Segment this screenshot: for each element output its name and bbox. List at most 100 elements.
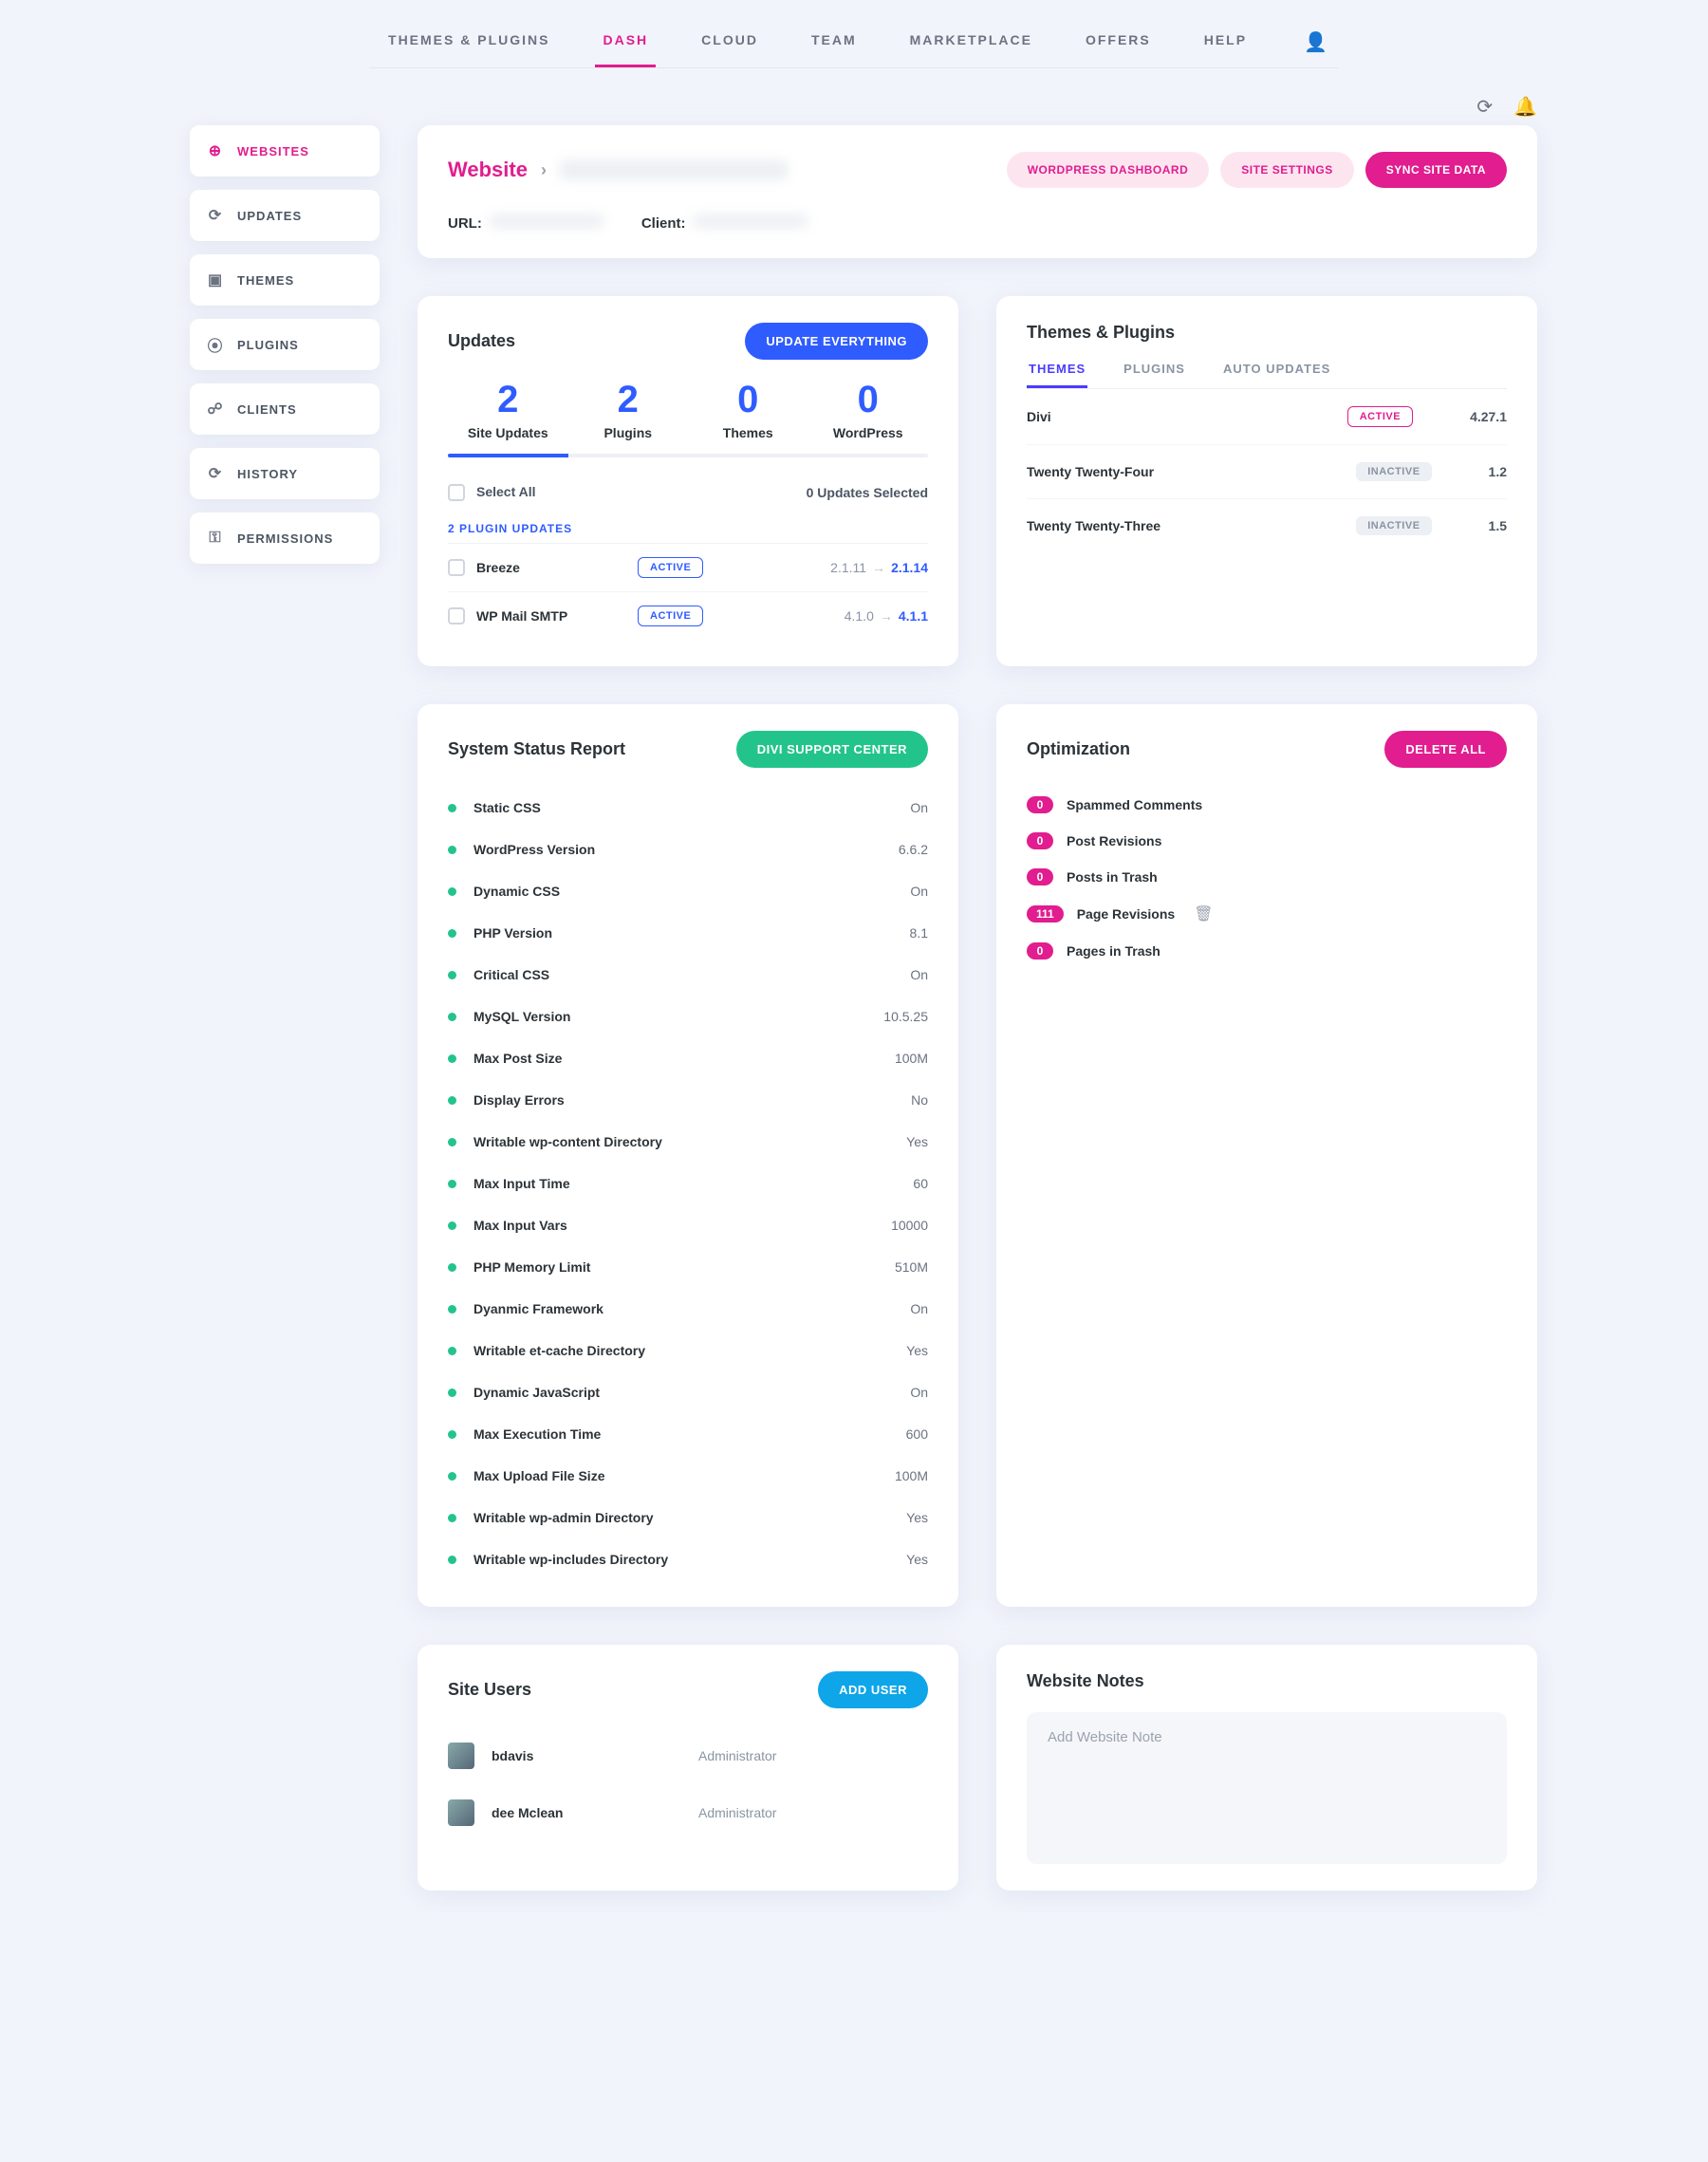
- sidebar: ⊕ Websites ⟳ Updates ▣ Themes ⦿ Plugins ☍ Clients…: [190, 125, 380, 564]
- permissions-icon: ⚿: [207, 530, 224, 547]
- sidebar-item-history[interactable]: ⟳ History: [190, 448, 380, 499]
- tab-plugins[interactable]: Plugins: [1122, 352, 1187, 388]
- topnav-cloud[interactable]: Cloud: [694, 23, 766, 67]
- updates-card: Updates Update Everything 2Site Updates2…: [418, 296, 958, 666]
- updates-selected-count: 0 Updates Selected: [807, 485, 928, 500]
- sidebar-item-themes[interactable]: ▣ Themes: [190, 254, 380, 306]
- divi-support-center-button[interactable]: Divi Support Center: [736, 731, 928, 768]
- website-notes-card: Website Notes Add Website Note: [996, 1645, 1537, 1891]
- status-badge: Active: [1347, 406, 1413, 427]
- url-label: URL:: [448, 215, 482, 232]
- theme-row: Twenty Twenty-FourInactive1.2: [1027, 445, 1507, 499]
- theme-row: DiviActive4.27.1: [1027, 389, 1507, 445]
- clients-icon: ☍: [207, 401, 224, 418]
- sidebar-item-permissions[interactable]: ⚿ Permissions: [190, 513, 380, 564]
- status-dot-icon: [448, 1263, 456, 1272]
- status-badge: Active: [638, 606, 703, 626]
- count-pill: 0: [1027, 942, 1053, 960]
- system-status-card: System Status Report Divi Support Center…: [418, 704, 958, 1607]
- plugin-updates-subhead: 2 Plugin Updates: [448, 522, 928, 535]
- refresh-icon[interactable]: ⟳: [1476, 95, 1493, 119]
- update-checkbox[interactable]: [448, 607, 465, 624]
- sidebar-item-plugins[interactable]: ⦿ Plugins: [190, 319, 380, 370]
- topnav-marketplace[interactable]: Marketplace: [902, 23, 1040, 67]
- status-row: WordPress Version6.6.2: [448, 829, 928, 870]
- topnav-team[interactable]: Team: [804, 23, 864, 67]
- add-user-button[interactable]: Add User: [818, 1671, 928, 1708]
- topnav-dash[interactable]: Dash: [595, 23, 656, 67]
- select-all-checkbox[interactable]: [448, 484, 465, 501]
- updates-icon: ⟳: [207, 207, 224, 224]
- updates-progress: [448, 454, 928, 457]
- sidebar-item-label: Plugins: [237, 338, 299, 352]
- optimization-card: Optimization Delete All 0Spammed Comment…: [996, 704, 1537, 1607]
- status-row: PHP Version8.1: [448, 912, 928, 954]
- sidebar-item-label: Updates: [237, 209, 302, 223]
- status-dot-icon: [448, 1514, 456, 1522]
- status-dot-icon: [448, 929, 456, 938]
- status-row: MySQL Version10.5.25: [448, 996, 928, 1037]
- sidebar-item-label: History: [237, 467, 298, 481]
- sidebar-item-clients[interactable]: ☍ Clients: [190, 383, 380, 435]
- update-row: BreezeActive2.1.11→2.1.14: [448, 543, 928, 591]
- bell-icon[interactable]: 🔔: [1513, 95, 1537, 119]
- stat-wordpress: 0WordPress: [808, 379, 929, 440]
- optimization-row: 0Pages in Trash: [1027, 933, 1507, 969]
- wordpress-dashboard-button[interactable]: WordPress Dashboard: [1007, 152, 1210, 188]
- status-dot-icon: [448, 1180, 456, 1188]
- themes-icon: ▣: [207, 271, 224, 289]
- update-row: WP Mail SMTPActive4.1.0→4.1.1: [448, 591, 928, 640]
- update-checkbox[interactable]: [448, 559, 465, 576]
- status-row: Max Post Size100M: [448, 1037, 928, 1079]
- topnav-offers[interactable]: Offers: [1078, 23, 1159, 67]
- status-dot-icon: [448, 1013, 456, 1021]
- sidebar-item-updates[interactable]: ⟳ Updates: [190, 190, 380, 241]
- tab-themes[interactable]: Themes: [1027, 352, 1087, 388]
- status-badge: Active: [638, 557, 703, 578]
- status-row: Max Execution Time600: [448, 1413, 928, 1455]
- status-row: Writable et-cache DirectoryYes: [448, 1330, 928, 1371]
- user-icon[interactable]: 👤: [1292, 23, 1327, 67]
- status-dot-icon: [448, 1138, 456, 1146]
- optimization-row: 0Posts in Trash: [1027, 859, 1507, 895]
- sidebar-item-label: Websites: [237, 144, 309, 158]
- status-row: Max Upload File Size100M: [448, 1455, 928, 1497]
- status-row: PHP Memory Limit510M: [448, 1246, 928, 1288]
- status-row: Writable wp-admin DirectoryYes: [448, 1497, 928, 1538]
- avatar: [448, 1743, 474, 1769]
- top-nav: Themes & Plugins Dash Cloud Team Marketplace…: [0, 0, 1708, 68]
- sidebar-item-label: Permissions: [237, 531, 333, 546]
- website-note-input[interactable]: Add Website Note: [1027, 1712, 1507, 1864]
- status-dot-icon: [448, 1430, 456, 1439]
- status-dot-icon: [448, 1054, 456, 1063]
- sidebar-item-websites[interactable]: ⊕ Websites: [190, 125, 380, 177]
- site-settings-button[interactable]: Site Settings: [1220, 152, 1354, 188]
- status-row: Max Input Time60: [448, 1163, 928, 1204]
- status-dot-icon: [448, 1305, 456, 1314]
- sidebar-item-label: Clients: [237, 402, 297, 417]
- websites-icon: ⊕: [207, 142, 224, 159]
- count-pill: 0: [1027, 832, 1053, 849]
- stat-themes: 0Themes: [688, 379, 808, 440]
- history-icon: ⟳: [207, 465, 224, 482]
- status-dot-icon: [448, 1221, 456, 1230]
- update-everything-button[interactable]: Update Everything: [745, 323, 928, 360]
- plugins-icon: ⦿: [207, 336, 224, 353]
- chevron-right-icon: ›: [541, 160, 547, 180]
- trash-icon[interactable]: 🗑: [1194, 904, 1213, 923]
- client-redacted: [694, 214, 808, 228]
- status-row: Dyanmic FrameworkOn: [448, 1288, 928, 1330]
- updates-title: Updates: [448, 331, 515, 351]
- sync-site-data-button[interactable]: Sync Site Data: [1365, 152, 1507, 188]
- sidebar-item-label: Themes: [237, 273, 294, 288]
- topnav-themes-plugins[interactable]: Themes & Plugins: [381, 23, 557, 67]
- stat-plugins: 2Plugins: [568, 379, 689, 440]
- status-dot-icon: [448, 1472, 456, 1481]
- status-badge: Inactive: [1356, 462, 1431, 481]
- user-row: dee McleanAdministrator: [448, 1784, 928, 1841]
- topnav-help[interactable]: Help: [1197, 23, 1254, 67]
- delete-all-button[interactable]: Delete All: [1384, 731, 1507, 768]
- tab-auto-updates[interactable]: Auto Updates: [1221, 352, 1332, 388]
- site-name-redacted: [560, 160, 788, 179]
- status-row: Writable wp-includes DirectoryYes: [448, 1538, 928, 1580]
